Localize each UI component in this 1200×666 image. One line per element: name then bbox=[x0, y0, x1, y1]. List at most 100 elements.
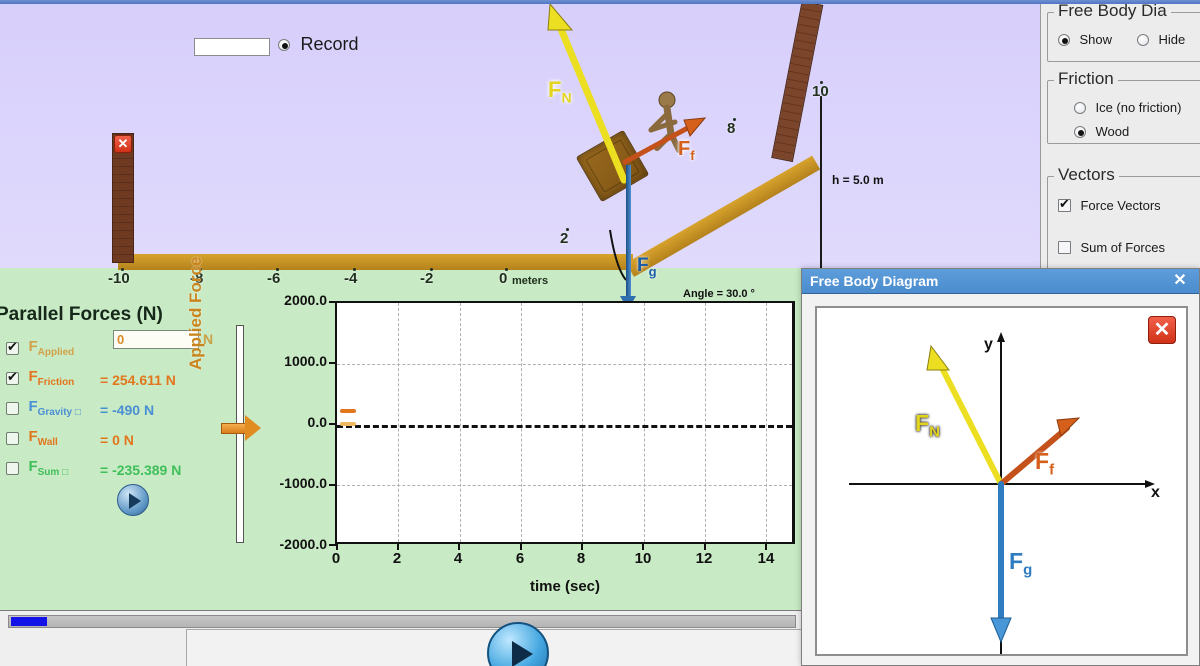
ruler-tick-label: 2 bbox=[560, 230, 569, 247]
friction-force-vector-icon bbox=[622, 117, 707, 165]
checkbox-force-gravity[interactable] bbox=[6, 401, 19, 415]
force-wall-value: = 0 N bbox=[100, 432, 134, 448]
sky-background bbox=[0, 0, 1032, 268]
label-friction-wood: Wood bbox=[1095, 124, 1130, 140]
grid-line-vertical bbox=[643, 303, 645, 542]
radio-friction-ice[interactable] bbox=[1074, 101, 1086, 114]
scrollbar-thumb[interactable] bbox=[11, 617, 47, 626]
fbd-window-close-icon[interactable]: ✕ bbox=[1171, 272, 1189, 290]
horizontal-scrollbar[interactable] bbox=[8, 615, 796, 628]
checkbox-force-sum[interactable] bbox=[6, 461, 19, 475]
label-fbd-show: Show bbox=[1079, 32, 1112, 48]
y-tick-mark bbox=[329, 301, 336, 303]
option-friction-ice[interactable]: Ice (no friction) bbox=[1074, 99, 1181, 117]
settings-panel: Free Body Dia Show Hide Friction Ice (no… bbox=[1040, 0, 1200, 276]
fbd-y-axis-label: y bbox=[984, 336, 993, 353]
x-tick-label: 14 bbox=[757, 550, 775, 567]
label-fbd-hide: Hide bbox=[1158, 32, 1186, 48]
graph-zero-line bbox=[337, 424, 792, 428]
radio-fbd-hide[interactable] bbox=[1137, 33, 1149, 46]
group-vectors: Vectors Force Vectors Sum of Forces bbox=[1047, 165, 1200, 272]
fbd-friction-force-label: Ff bbox=[1035, 448, 1055, 479]
grid-line-vertical bbox=[766, 303, 768, 542]
force-gravity-label: FGravity □ bbox=[28, 398, 81, 418]
right-panel-edge bbox=[1032, 0, 1040, 276]
record-label: Record bbox=[300, 34, 359, 54]
data-series-applied bbox=[340, 422, 356, 426]
force-applied-label: FApplied bbox=[28, 338, 75, 358]
time-readout-field[interactable] bbox=[194, 38, 270, 56]
group-title-vectors: Vectors bbox=[1054, 165, 1119, 185]
force-friction-label: FFriction bbox=[28, 368, 75, 388]
data-series-friction bbox=[340, 409, 356, 413]
label-sum-of-forces: Sum of Forces bbox=[1080, 240, 1165, 256]
radio-fbd-show[interactable] bbox=[1058, 33, 1070, 46]
panel-title: Parallel Forces (N) bbox=[0, 304, 163, 325]
y-tick-label: -2000.0 bbox=[279, 536, 327, 552]
checkbox-sum-of-forces[interactable] bbox=[1058, 241, 1071, 255]
fbd-axes-icon bbox=[849, 332, 1155, 654]
force-row-applied[interactable]: FApplied bbox=[6, 338, 74, 362]
graph-plot-area[interactable] bbox=[335, 301, 795, 544]
force-row-gravity[interactable]: FGravity □ bbox=[6, 398, 81, 422]
y-tick-mark bbox=[329, 544, 336, 546]
force-gravity-value: = -490 N bbox=[100, 402, 155, 418]
x-axis-title: time (sec) bbox=[529, 578, 601, 595]
option-sum-of-forces[interactable]: Sum of Forces bbox=[1058, 239, 1165, 257]
y-tick-label: 0.0 bbox=[307, 414, 327, 430]
checkbox-force-wall[interactable] bbox=[6, 431, 19, 445]
checkbox-force-friction[interactable] bbox=[6, 369, 19, 385]
ruler-tick-label: 10 bbox=[812, 83, 829, 100]
option-friction-wood[interactable]: Wood bbox=[1074, 123, 1129, 141]
radio-record[interactable] bbox=[278, 38, 290, 51]
fbd-normal-force-label: FN bbox=[915, 410, 940, 441]
grid-line-vertical bbox=[521, 303, 522, 542]
fbd-gravity-force-label: Fg bbox=[1009, 548, 1033, 579]
y-tick-mark bbox=[329, 484, 336, 486]
label-force-vectors: Force Vectors bbox=[1080, 198, 1161, 214]
group-title-friction: Friction bbox=[1054, 69, 1118, 89]
normal-force-subscript: N bbox=[561, 89, 572, 106]
force-time-graph: 2000.0 1000.0 0.0 -1000.0 -2000.0 0 2 4 … bbox=[232, 268, 800, 610]
left-wall-close-icon[interactable]: ✕ bbox=[114, 135, 132, 153]
force-row-sum[interactable]: FSum □ bbox=[6, 458, 68, 482]
normal-force-label: FN bbox=[548, 77, 572, 105]
checkbox-force-vectors[interactable] bbox=[1058, 196, 1071, 213]
y-tick-label: 1000.0 bbox=[284, 353, 327, 369]
y-tick-label: -1000.0 bbox=[279, 475, 327, 491]
checkbox-force-applied[interactable] bbox=[6, 339, 19, 355]
option-fbd-hide[interactable]: Hide bbox=[1137, 31, 1185, 49]
simulation-app: ✕ h = 5.0 m Angle = 30.0 ° -10 -8 -6 -4 … bbox=[0, 0, 1200, 666]
force-friction-value: = 254.611 N bbox=[100, 372, 176, 388]
y-tick-mark bbox=[329, 423, 336, 425]
force-row-friction[interactable]: FFriction bbox=[6, 368, 74, 392]
window-top-border bbox=[0, 0, 1200, 4]
x-tick-label: 10 bbox=[634, 550, 652, 567]
grid-line-horizontal bbox=[337, 363, 792, 365]
parallel-forces-panel: Parallel Forces (N) FApplied FFriction F… bbox=[0, 268, 232, 610]
force-sum-value: = -235.389 N bbox=[100, 462, 182, 478]
grid-line-vertical bbox=[705, 303, 706, 542]
y-tick-mark bbox=[329, 362, 336, 364]
label-friction-ice: Ice (no friction) bbox=[1095, 100, 1182, 116]
group-free-body-diagram: Free Body Dia Show Hide bbox=[1047, 1, 1200, 62]
x-tick-label: 0 bbox=[331, 550, 341, 567]
fbd-x-axis-label: x bbox=[1151, 484, 1160, 501]
option-fbd-show[interactable]: Show bbox=[1058, 31, 1112, 49]
fbd-canvas[interactable]: ✕ y x FN Ff Fg bbox=[815, 306, 1188, 656]
radio-friction-wood[interactable] bbox=[1074, 125, 1086, 138]
free-body-diagram-window[interactable]: Free Body Diagram ✕ ✕ y x FN Ff Fg bbox=[801, 268, 1200, 666]
option-force-vectors[interactable]: Force Vectors bbox=[1058, 196, 1161, 215]
x-tick-label: 6 bbox=[515, 550, 525, 567]
grid-line-vertical bbox=[398, 303, 400, 542]
friction-force-letter: F bbox=[678, 138, 691, 160]
friction-force-label: Ff bbox=[678, 138, 695, 163]
force-row-wall[interactable]: FWall bbox=[6, 428, 58, 452]
grid-line-vertical bbox=[582, 303, 584, 542]
height-label: h = 5.0 m bbox=[832, 173, 884, 187]
force-sum-label: FSum □ bbox=[28, 458, 69, 478]
fbd-window-title: Free Body Diagram bbox=[802, 269, 1199, 294]
record-option[interactable]: Record bbox=[278, 34, 358, 55]
x-tick-label: 2 bbox=[392, 550, 402, 567]
y-tick-label: 2000.0 bbox=[284, 292, 327, 308]
